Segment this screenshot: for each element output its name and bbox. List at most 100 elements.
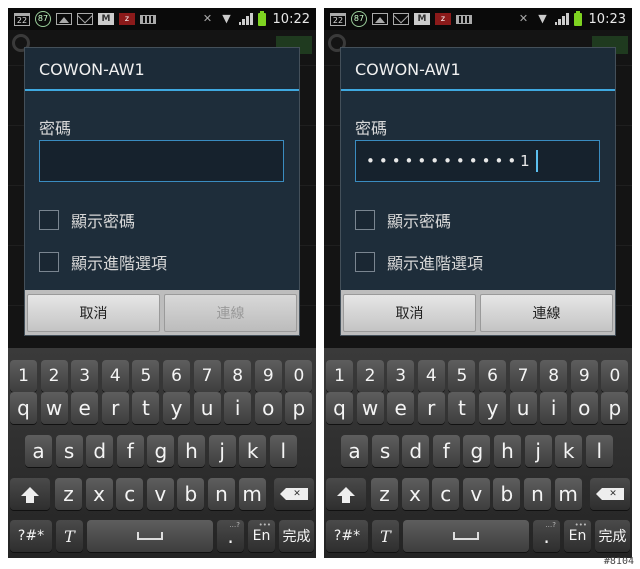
cancel-button[interactable]: 取消	[343, 294, 476, 332]
key-w[interactable]: w	[40, 392, 68, 424]
key-l[interactable]: l	[269, 435, 297, 467]
connect-button[interactable]: 連線	[164, 294, 297, 332]
key-5[interactable]: 5	[448, 360, 476, 392]
key-3[interactable]: 3	[387, 360, 415, 392]
key-f[interactable]: f	[116, 435, 144, 467]
key-6[interactable]: 6	[479, 360, 506, 392]
key-r[interactable]: r	[417, 392, 445, 424]
key-u[interactable]: u	[509, 392, 537, 424]
key-5[interactable]: 5	[132, 360, 160, 392]
key-a[interactable]: a	[341, 435, 368, 467]
key-x[interactable]: x	[401, 478, 429, 510]
key-1[interactable]: 1	[326, 360, 353, 392]
key-d[interactable]: d	[402, 435, 430, 467]
key-1[interactable]: 1	[10, 360, 37, 392]
shift-key[interactable]	[10, 478, 50, 510]
key-0[interactable]: 0	[285, 360, 313, 392]
show-password-checkbox[interactable]	[355, 210, 375, 230]
done-key[interactable]: 完成	[595, 520, 630, 552]
key-2[interactable]: 2	[356, 360, 384, 392]
backspace-key[interactable]: ✕	[274, 478, 314, 510]
key-f[interactable]: f	[432, 435, 460, 467]
key-w[interactable]: w	[356, 392, 384, 424]
shift-key[interactable]	[326, 478, 366, 510]
key-7[interactable]: 7	[193, 360, 221, 392]
key-3[interactable]: 3	[71, 360, 99, 392]
key-h[interactable]: h	[494, 435, 521, 467]
key-n[interactable]: n	[524, 478, 551, 510]
key-q[interactable]: q	[10, 392, 37, 424]
key-4[interactable]: 4	[101, 360, 129, 392]
key-x[interactable]: x	[85, 478, 113, 510]
key-9[interactable]: 9	[254, 360, 282, 392]
key-e[interactable]: e	[71, 392, 99, 424]
key-u[interactable]: u	[193, 392, 221, 424]
key-i[interactable]: i	[540, 392, 568, 424]
show-advanced-checkbox[interactable]	[39, 252, 59, 272]
key-j[interactable]: j	[524, 435, 552, 467]
key-y[interactable]: y	[479, 392, 506, 424]
language-key[interactable]: En •••	[564, 520, 591, 552]
show-advanced-row[interactable]: 顯示進階選項	[355, 250, 483, 274]
password-input[interactable]: ••••••••••••1	[355, 140, 600, 182]
period-key[interactable]: .…?	[533, 520, 560, 552]
key-j[interactable]: j	[208, 435, 236, 467]
show-password-checkbox[interactable]	[39, 210, 59, 230]
show-password-row[interactable]: 顯示密碼	[39, 208, 135, 232]
key-e[interactable]: e	[387, 392, 415, 424]
key-b[interactable]: b	[493, 478, 521, 510]
show-password-row[interactable]: 顯示密碼	[355, 208, 451, 232]
key-o[interactable]: o	[254, 392, 282, 424]
show-advanced-checkbox[interactable]	[355, 252, 375, 272]
show-advanced-row[interactable]: 顯示進階選項	[39, 250, 167, 274]
key-o[interactable]: o	[570, 392, 598, 424]
key-b[interactable]: b	[177, 478, 205, 510]
key-i[interactable]: i	[224, 392, 252, 424]
key-m[interactable]: m	[554, 478, 582, 510]
key-8[interactable]: 8	[224, 360, 252, 392]
key-6[interactable]: 6	[163, 360, 190, 392]
key-p[interactable]: p	[285, 392, 313, 424]
key-2[interactable]: 2	[40, 360, 68, 392]
key-g[interactable]: g	[463, 435, 491, 467]
key-c[interactable]: c	[432, 478, 460, 510]
language-key[interactable]: En •••	[248, 520, 275, 552]
symbols-key[interactable]: ?#*	[326, 520, 368, 552]
key-g[interactable]: g	[147, 435, 175, 467]
key-4[interactable]: 4	[417, 360, 445, 392]
key-q[interactable]: q	[326, 392, 353, 424]
key-t[interactable]: t	[448, 392, 476, 424]
cancel-button[interactable]: 取消	[27, 294, 160, 332]
key-8[interactable]: 8	[540, 360, 568, 392]
key-d[interactable]: d	[86, 435, 114, 467]
key-v[interactable]: v	[146, 478, 174, 510]
space-key[interactable]	[403, 520, 529, 552]
key-l[interactable]: l	[585, 435, 613, 467]
key-k[interactable]: k	[239, 435, 267, 467]
key-9[interactable]: 9	[570, 360, 598, 392]
key-h[interactable]: h	[178, 435, 205, 467]
key-a[interactable]: a	[25, 435, 52, 467]
key-p[interactable]: p	[601, 392, 629, 424]
key-n[interactable]: n	[208, 478, 235, 510]
key-v[interactable]: v	[462, 478, 490, 510]
key-k[interactable]: k	[555, 435, 583, 467]
key-c[interactable]: c	[116, 478, 144, 510]
period-key[interactable]: .…?	[217, 520, 244, 552]
key-7[interactable]: 7	[509, 360, 537, 392]
key-t[interactable]: t	[132, 392, 160, 424]
key-r[interactable]: r	[101, 392, 129, 424]
done-key[interactable]: 完成	[279, 520, 314, 552]
connect-button[interactable]: 連線	[480, 294, 613, 332]
password-input[interactable]	[39, 140, 284, 182]
space-key[interactable]	[87, 520, 213, 552]
key-s[interactable]: s	[371, 435, 399, 467]
symbols-key[interactable]: ?#*	[10, 520, 52, 552]
key-0[interactable]: 0	[601, 360, 629, 392]
key-m[interactable]: m	[238, 478, 266, 510]
key-y[interactable]: y	[163, 392, 190, 424]
handwriting-key[interactable]: T	[372, 520, 399, 552]
key-z[interactable]: z	[371, 478, 398, 510]
backspace-key[interactable]: ✕	[590, 478, 630, 510]
handwriting-key[interactable]: T	[56, 520, 83, 552]
